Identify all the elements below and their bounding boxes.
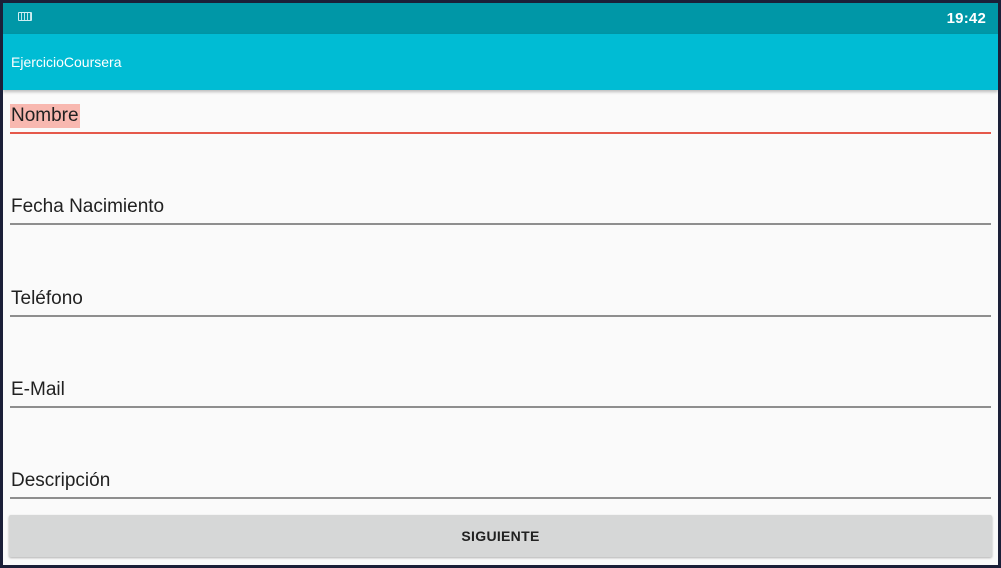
nombre-field[interactable]: Nombre: [10, 90, 991, 134]
fecha-nacimiento-field[interactable]: Fecha Nacimiento: [10, 181, 991, 225]
email-field[interactable]: E-Mail: [10, 364, 991, 408]
keyboard-icon: [18, 12, 32, 21]
device-screen: 19:42 EjercicioCoursera Nombre Fecha Nac…: [3, 3, 998, 565]
app-bar: EjercicioCoursera: [3, 34, 998, 90]
descripcion-field-underline: [10, 497, 991, 499]
nombre-field-underline: [10, 132, 991, 134]
siguiente-button[interactable]: SIGUIENTE: [9, 515, 992, 557]
fecha-nacimiento-field-label: Fecha Nacimiento: [11, 196, 165, 217]
fecha-nacimiento-field-underline: [10, 223, 991, 225]
telefono-field-underline: [10, 315, 991, 317]
descripcion-field-label: Descripción: [11, 470, 111, 491]
descripcion-field[interactable]: Descripción: [10, 455, 991, 499]
app-title: EjercicioCoursera: [11, 54, 122, 70]
status-bar: 19:42: [3, 3, 998, 34]
status-time: 19:42: [946, 10, 986, 27]
email-field-label: E-Mail: [11, 379, 65, 400]
email-field-underline: [10, 406, 991, 408]
telefono-field[interactable]: Teléfono: [10, 273, 991, 317]
telefono-field-label: Teléfono: [11, 288, 83, 309]
nombre-field-label: Nombre: [10, 104, 80, 128]
